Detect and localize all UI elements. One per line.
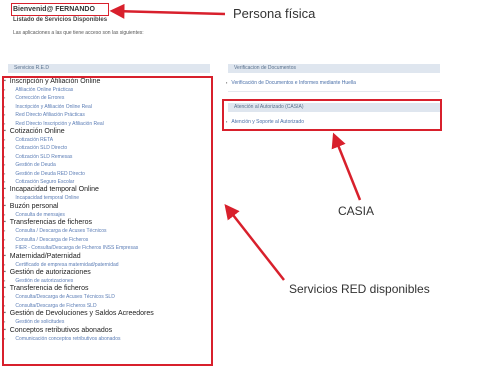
arrow-casia <box>331 132 362 201</box>
arrow-persona <box>109 3 226 19</box>
arrow-red <box>224 204 285 281</box>
annotation-arrows <box>109 3 362 281</box>
